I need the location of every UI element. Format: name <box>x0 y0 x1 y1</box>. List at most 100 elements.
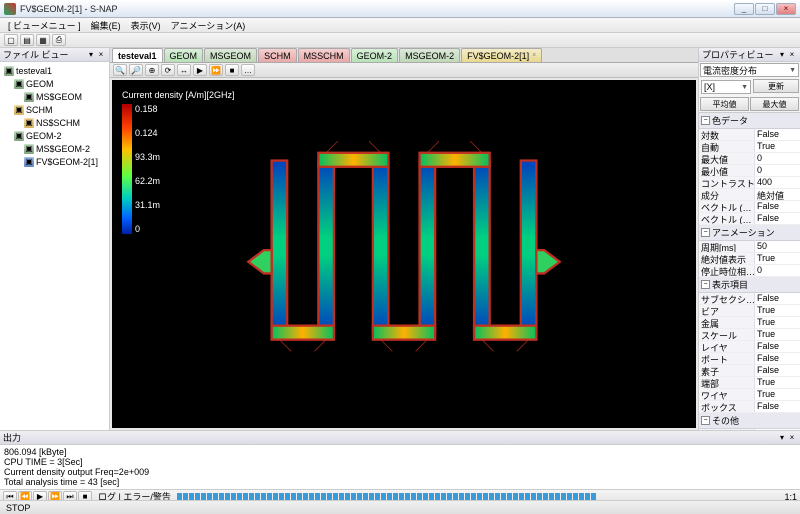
view-tool-2[interactable]: ⊕ <box>145 64 159 76</box>
prop-row[interactable]: 周期[ms]50 <box>699 241 800 253</box>
maximize-button[interactable]: □ <box>755 3 775 15</box>
prop-row[interactable]: 最大値0 <box>699 153 800 165</box>
doc-tab[interactable]: MSSCHM <box>298 48 350 62</box>
prop-value[interactable]: 50 <box>755 241 800 252</box>
minimize-button[interactable]: _ <box>734 3 754 15</box>
menu-item-0[interactable]: [ ビューメニュー ] <box>4 18 85 33</box>
tab-close-icon[interactable]: × <box>532 52 536 59</box>
tree-node[interactable]: ▣NS$SCHM <box>2 116 107 129</box>
axis-select[interactable]: [X] ▼ <box>701 80 751 94</box>
prop-value[interactable]: True <box>755 253 800 264</box>
tree-node[interactable]: ▣SCHM <box>2 103 107 116</box>
prop-category[interactable]: −アニメーション <box>699 225 800 241</box>
prop-key: 自動 <box>699 141 755 152</box>
update-button[interactable]: 更新 <box>753 79 799 93</box>
prop-value[interactable]: True <box>755 389 800 400</box>
prop-value[interactable]: True <box>755 377 800 388</box>
view-tool-7[interactable]: ■ <box>225 64 239 76</box>
view-tool-4[interactable]: ↔ <box>177 64 191 76</box>
tree-node[interactable]: ▣GEOM <box>2 77 107 90</box>
prop-row[interactable]: 絶対値表示True <box>699 253 800 265</box>
view-tool-1[interactable]: 🔎 <box>129 64 143 76</box>
prop-row[interactable]: 成分絶対値 <box>699 189 800 201</box>
tree-node[interactable]: ▣MS$GEOM <box>2 90 107 103</box>
prop-row[interactable]: 対数False <box>699 129 800 141</box>
prop-row[interactable]: ビアTrue <box>699 305 800 317</box>
doc-tab[interactable]: GEOM <box>164 48 204 62</box>
prop-row[interactable]: 自動True <box>699 141 800 153</box>
prop-value[interactable]: True <box>755 305 800 316</box>
collapse-icon[interactable]: − <box>701 416 710 425</box>
doc-tab[interactable]: FV$GEOM-2[1]× <box>461 48 542 62</box>
prop-row[interactable]: ベクトル (…False <box>699 213 800 225</box>
prop-value[interactable]: True <box>755 317 800 328</box>
doc-tab[interactable]: MSGEOM-2 <box>399 48 460 62</box>
prop-value[interactable]: False <box>755 129 800 140</box>
view-tool-8[interactable]: … <box>241 64 255 76</box>
view-type-select[interactable]: 電流密度分布 ▼ <box>700 63 799 77</box>
prop-row[interactable]: 素子False <box>699 365 800 377</box>
pin-icon[interactable]: ▾ <box>777 50 787 60</box>
close-button[interactable]: × <box>776 3 796 15</box>
doc-tab[interactable]: SCHM <box>258 48 297 62</box>
prop-value[interactable]: 絶対値 <box>755 189 800 200</box>
prop-row[interactable]: 金属True <box>699 317 800 329</box>
prop-row[interactable]: スケールTrue <box>699 329 800 341</box>
collapse-icon[interactable]: − <box>701 228 710 237</box>
prop-row[interactable]: 最小値0 <box>699 165 800 177</box>
prop-row[interactable]: ワイヤTrue <box>699 389 800 401</box>
prop-row[interactable]: レイヤFalse <box>699 341 800 353</box>
prop-value[interactable]: True <box>755 141 800 152</box>
prop-row[interactable]: 停止時位相…0 <box>699 265 800 277</box>
prop-row[interactable]: 端部True <box>699 377 800 389</box>
menu-item-1[interactable]: 編集(E) <box>87 18 125 33</box>
prop-category[interactable]: −その他 <box>699 413 800 429</box>
view-tool-6[interactable]: ⏩ <box>209 64 223 76</box>
tree-node[interactable]: ▣FV$GEOM-2[1] <box>2 155 107 168</box>
prop-value[interactable]: 0 <box>755 265 800 276</box>
prop-category[interactable]: −色データ <box>699 113 800 129</box>
collapse-icon[interactable]: − <box>701 280 710 289</box>
view-tool-3[interactable]: ⟳ <box>161 64 175 76</box>
tree-node[interactable]: ▣testeval1 <box>2 64 107 77</box>
max-button[interactable]: 最大値 <box>750 97 799 111</box>
viewport[interactable]: Current density [A/m][2GHz] 0.1580.12493… <box>112 80 696 428</box>
view-tool-5[interactable]: ▶ <box>193 64 207 76</box>
prop-value[interactable]: False <box>755 201 800 212</box>
prop-row[interactable]: コントラスト400 <box>699 177 800 189</box>
prop-value[interactable]: False <box>755 401 800 412</box>
prop-value[interactable]: 0 <box>755 165 800 176</box>
pin-icon[interactable]: ▾ <box>777 433 787 443</box>
prop-row[interactable]: サブセクシ…False <box>699 293 800 305</box>
close-icon[interactable]: × <box>787 433 797 443</box>
toolbar-btn-4[interactable]: ⎙ <box>52 34 66 46</box>
close-icon[interactable]: × <box>787 50 797 60</box>
avg-button[interactable]: 平均値 <box>700 97 749 111</box>
prop-row[interactable]: ベクトル (…False <box>699 201 800 213</box>
prop-value[interactable]: 0 <box>755 153 800 164</box>
menu-item-3[interactable]: アニメーション(A) <box>167 18 250 33</box>
prop-value[interactable]: False <box>755 213 800 224</box>
toolbar-btn-1[interactable]: ▢ <box>4 34 18 46</box>
prop-value[interactable]: False <box>755 353 800 364</box>
tree-node[interactable]: ▣GEOM-2 <box>2 129 107 142</box>
toolbar-btn-3[interactable]: ▦ <box>36 34 50 46</box>
prop-value[interactable]: False <box>755 365 800 376</box>
doc-tab[interactable]: MSGEOM <box>204 48 257 62</box>
collapse-icon[interactable]: − <box>701 116 710 125</box>
prop-category[interactable]: −表示項目 <box>699 277 800 293</box>
prop-row[interactable]: ポートFalse <box>699 353 800 365</box>
close-icon[interactable]: × <box>96 50 106 60</box>
menu-item-2[interactable]: 表示(V) <box>127 18 165 33</box>
prop-value[interactable]: True <box>755 329 800 340</box>
prop-value[interactable]: False <box>755 293 800 304</box>
prop-value[interactable]: 400 <box>755 177 800 188</box>
doc-tab[interactable]: GEOM-2 <box>351 48 399 62</box>
toolbar-btn-2[interactable]: ▤ <box>20 34 34 46</box>
tree-node[interactable]: ▣MS$GEOM-2 <box>2 142 107 155</box>
prop-value[interactable]: False <box>755 341 800 352</box>
view-tool-0[interactable]: 🔍 <box>113 64 127 76</box>
doc-tab[interactable]: testeval1 <box>112 48 163 62</box>
pin-icon[interactable]: ▾ <box>86 50 96 60</box>
prop-row[interactable]: ボックスFalse <box>699 401 800 413</box>
